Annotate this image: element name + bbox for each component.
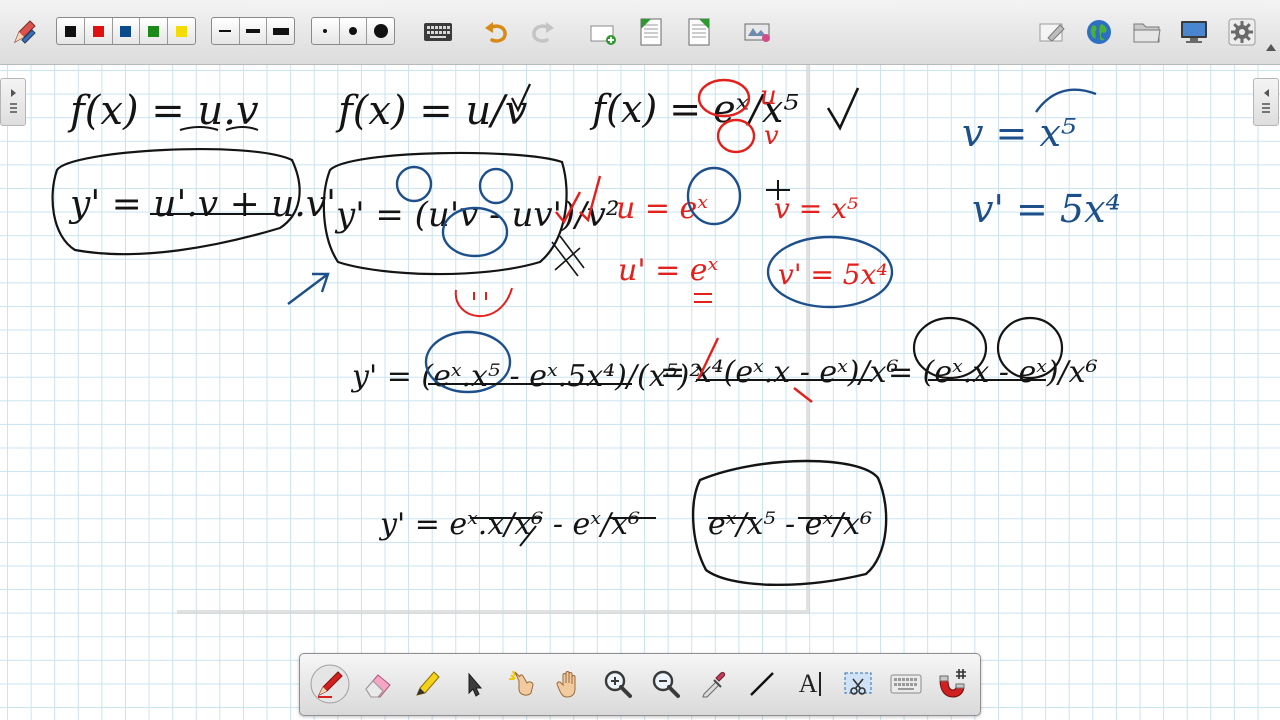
scroll-up-arrow-icon[interactable] (1266, 44, 1276, 51)
tools-toolbar: A (299, 653, 981, 716)
color-black-button[interactable] (57, 18, 85, 44)
point-medium-button[interactable] (340, 18, 368, 44)
black-swatch (64, 25, 76, 37)
color-green-button[interactable] (140, 18, 169, 44)
keyboard-icon[interactable] (421, 18, 455, 46)
magnet-icon (939, 669, 966, 698)
settings-gear-icon[interactable] (1226, 16, 1258, 48)
keyboard-small-icon (890, 674, 922, 694)
text-tool-label: A (798, 669, 818, 698)
expand-right-icon (10, 89, 17, 113)
zoom-in-tool-button[interactable] (596, 662, 640, 706)
pen-icon (310, 664, 350, 704)
redo-icon[interactable] (527, 16, 559, 48)
top-toolbar (0, 0, 1280, 65)
highlighter-tool-button[interactable] (404, 662, 448, 706)
eraser-icon (365, 674, 391, 698)
left-side-panel-tab[interactable] (0, 78, 26, 126)
text-tool-button[interactable]: A (788, 662, 832, 706)
on-screen-keyboard-button[interactable] (884, 662, 928, 706)
page-sorter-icon[interactable] (740, 16, 776, 48)
pointing-hand-icon (509, 670, 534, 696)
small-dot-icon (323, 29, 328, 33)
expand-left-icon (1262, 89, 1270, 113)
text-cursor-icon (819, 672, 822, 696)
blue-swatch (120, 25, 132, 37)
eyedropper-icon (702, 671, 726, 698)
point-small-button[interactable] (312, 18, 340, 44)
line-thick-button[interactable] (267, 18, 294, 44)
right-side-panel-tab[interactable] (1253, 78, 1279, 126)
whiteboard-canvas[interactable] (0, 65, 1280, 720)
touch-select-tool-button[interactable] (500, 662, 544, 706)
next-page-icon[interactable] (683, 15, 715, 49)
globe-icon[interactable] (1083, 16, 1115, 48)
line-tool-button[interactable] (740, 662, 784, 706)
display-icon[interactable] (1177, 16, 1211, 48)
thin-line-icon (219, 30, 232, 32)
zoom-in-icon (604, 670, 632, 698)
color-red-button[interactable] (85, 18, 113, 44)
folder-icon[interactable] (1130, 16, 1164, 48)
thick-line-icon (272, 27, 289, 35)
color-yellow-button[interactable] (168, 18, 195, 44)
pen-tool-button[interactable] (308, 662, 352, 706)
highlighter-icon (416, 671, 440, 696)
red-swatch (92, 25, 104, 37)
hand-icon (556, 671, 576, 698)
color-blue-button[interactable] (113, 18, 141, 44)
pen-settings-icon[interactable] (8, 16, 40, 48)
pen-color-group (56, 17, 196, 45)
arrow-pointer-icon (468, 672, 483, 697)
line-thin-button[interactable] (212, 18, 240, 44)
eraser-tool-button[interactable] (356, 662, 400, 706)
add-page-icon[interactable] (586, 16, 622, 48)
eyedropper-tool-button[interactable] (692, 662, 736, 706)
green-swatch (148, 25, 160, 37)
straight-line-icon (750, 672, 774, 696)
yellow-swatch (176, 25, 188, 37)
pan-tool-button[interactable] (548, 662, 592, 706)
medium-line-icon (246, 29, 260, 33)
medium-dot-icon (349, 27, 357, 35)
previous-page-icon[interactable] (635, 15, 667, 49)
undo-icon[interactable] (480, 16, 512, 48)
point-large-button[interactable] (367, 18, 394, 44)
point-size-group (311, 17, 395, 45)
line-medium-button[interactable] (240, 18, 268, 44)
select-tool-button[interactable] (452, 662, 496, 706)
screen-capture-tool-button[interactable] (836, 662, 880, 706)
erase-page-icon[interactable] (1036, 18, 1068, 46)
screen-capture-icon (844, 672, 872, 695)
line-width-group (211, 17, 295, 45)
magnet-tool-button[interactable] (930, 662, 974, 706)
zoom-out-tool-button[interactable] (644, 662, 688, 706)
large-dot-icon (373, 24, 388, 38)
zoom-out-icon (652, 670, 680, 698)
